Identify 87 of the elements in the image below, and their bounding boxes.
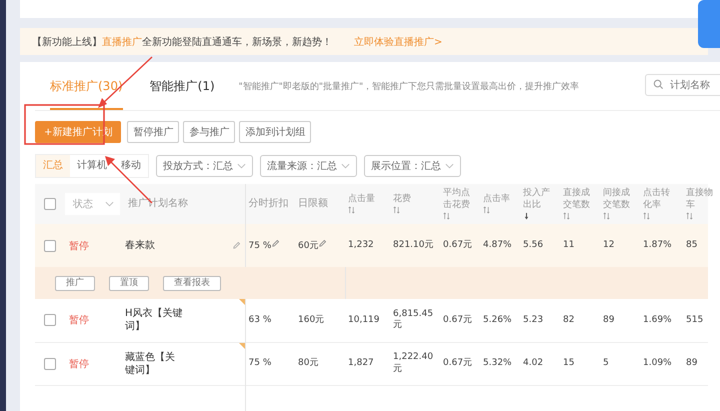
pencil-icon[interactable] bbox=[232, 241, 240, 250]
sort-icon[interactable] bbox=[483, 206, 490, 214]
table-cell-text: 6,815.45元 bbox=[392, 308, 434, 332]
table-cell-text: 5.23 bbox=[522, 314, 544, 327]
plan-name[interactable]: 春来款 bbox=[125, 239, 155, 252]
table-cell-text: 0.67元 bbox=[442, 314, 472, 327]
pencil-icon[interactable] bbox=[318, 238, 328, 248]
table-cell-text: 1,827 bbox=[347, 358, 374, 370]
table-cell-text: 12 bbox=[602, 240, 614, 252]
table-cell-text: 82 bbox=[562, 314, 574, 327]
search-icon bbox=[653, 79, 664, 90]
table-cell-text: 85 bbox=[685, 240, 698, 252]
status-text: 暂停 bbox=[69, 358, 89, 370]
search-field[interactable]: 计划名称 bbox=[645, 74, 720, 96]
action-button[interactable]: 添加到计划组 bbox=[239, 121, 312, 143]
table-cell-text: 0.67元 bbox=[442, 240, 472, 252]
table-cell-text: 1.87% bbox=[642, 240, 672, 252]
status-text: 暂停 bbox=[69, 240, 89, 252]
select-all-checkbox[interactable] bbox=[44, 198, 56, 210]
table-cell-text: 1.09% bbox=[642, 358, 672, 370]
table-cell-text: 11 bbox=[562, 240, 574, 252]
column-header: 花费 bbox=[393, 194, 412, 206]
sort-icon[interactable] bbox=[603, 212, 610, 220]
table-cell-text: 1.69% bbox=[642, 314, 672, 327]
table-cell-text: 10,119 bbox=[347, 314, 380, 327]
row-checkbox[interactable] bbox=[44, 240, 56, 252]
table-cell-text: 160元 bbox=[297, 314, 324, 327]
table-cell-text: 89 bbox=[685, 358, 698, 370]
row-action-button[interactable]: 推广 bbox=[55, 276, 95, 290]
column-header: 点击转化率 bbox=[643, 188, 671, 211]
row-checkbox[interactable] bbox=[44, 314, 56, 326]
action-button[interactable]: 参与推广 bbox=[183, 121, 236, 143]
table-cell-text: 821.10元 bbox=[392, 240, 434, 252]
sort-icon[interactable] bbox=[443, 212, 450, 220]
table-cell-text: 515 bbox=[685, 314, 704, 327]
table-cell-text: 5.56 bbox=[522, 240, 544, 252]
table-cell-text: 1,222.40元 bbox=[392, 352, 434, 376]
sort-icon[interactable] bbox=[348, 206, 355, 214]
sort-icon[interactable] bbox=[643, 212, 650, 220]
table-cell-text: 75 % bbox=[248, 240, 272, 252]
caret-icon bbox=[105, 201, 114, 207]
table-cell-text: 1,232 bbox=[347, 240, 374, 252]
table-cell-text: 15 bbox=[562, 358, 574, 370]
filter-dropdown[interactable]: 投放方式：汇总 bbox=[156, 155, 253, 177]
caret-icon bbox=[445, 163, 454, 169]
table-cell-text: 5.32% bbox=[482, 358, 512, 370]
table-cell-text: 80元 bbox=[297, 358, 318, 370]
row-action-button[interactable]: 置顶 bbox=[109, 276, 149, 290]
column-header: 直接物车 bbox=[686, 188, 714, 211]
table-cell-text: 63 % bbox=[248, 314, 272, 327]
action-button[interactable]: 暂停推广 bbox=[127, 121, 180, 143]
sort-descending-icon[interactable] bbox=[523, 212, 530, 220]
column-header: 直接成交笔数 bbox=[563, 188, 591, 211]
plan-name[interactable]: H风衣【关键词】 bbox=[125, 307, 183, 334]
plan-name[interactable]: 藏蓝色【关键词】 bbox=[125, 350, 183, 376]
table-cell-text: 60元 bbox=[297, 240, 318, 252]
column-header: 日限额 bbox=[298, 198, 329, 210]
column-header: 投入产出比 bbox=[523, 188, 551, 211]
column-header: 推广计划名称 bbox=[128, 198, 189, 210]
column-header: 分时折扣 bbox=[248, 198, 290, 210]
tab[interactable]: 智能推广(1) bbox=[150, 62, 215, 110]
column-header: 平均点击花费 bbox=[443, 188, 471, 211]
table-cell-text: 5 bbox=[602, 358, 609, 370]
device-tab[interactable]: 计算机 bbox=[70, 155, 114, 177]
filter-dropdown[interactable]: 流量来源：汇总 bbox=[260, 155, 357, 177]
sort-icon[interactable] bbox=[393, 206, 400, 214]
table-cell-text: 0.67元 bbox=[442, 358, 472, 370]
row-action-button[interactable]: 查看报表 bbox=[163, 276, 221, 290]
tab-hint: "智能推广"即老版的"批量推广"，智能推广下您只需批量设置最高出价，提升推广效率 bbox=[238, 80, 580, 92]
sort-icon[interactable] bbox=[686, 212, 693, 220]
sort-icon[interactable] bbox=[563, 212, 570, 220]
device-tab[interactable]: 移动 bbox=[114, 155, 148, 177]
caret-icon bbox=[237, 163, 246, 169]
row-checkbox[interactable] bbox=[44, 358, 56, 370]
notice-text: 【新功能上线】直播推广全新功能登陆直通通车，新场景，新趋势！ bbox=[32, 36, 332, 48]
caret-icon bbox=[341, 163, 350, 169]
table-cell-text: 75 % bbox=[248, 358, 272, 370]
column-header: 点击率 bbox=[483, 194, 511, 206]
table-cell-text: 4.87% bbox=[482, 240, 512, 252]
column-header: 点击量 bbox=[348, 194, 376, 206]
status-text: 暂停 bbox=[69, 315, 89, 326]
table-cell-text: 89 bbox=[602, 314, 614, 327]
table-cell-text: 5.26% bbox=[482, 314, 512, 327]
column-header: 间接成交笔数 bbox=[603, 188, 631, 211]
pencil-icon[interactable] bbox=[271, 238, 280, 248]
filter-dropdown[interactable]: 展示位置：汇总 bbox=[364, 155, 461, 177]
table-cell-text: 4.02 bbox=[522, 358, 544, 370]
